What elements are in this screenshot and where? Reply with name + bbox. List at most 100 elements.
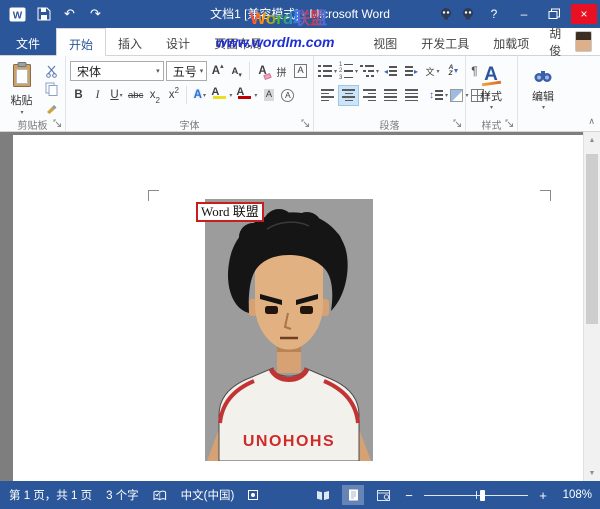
underline-button[interactable]: U▾ bbox=[108, 86, 125, 105]
scrollbar-thumb[interactable] bbox=[586, 154, 598, 324]
clipboard-small-buttons bbox=[41, 60, 61, 116]
text-effects-button[interactable]: A▾ bbox=[191, 86, 208, 105]
copy-button[interactable] bbox=[41, 82, 61, 96]
line-spacing-button[interactable]: ↕▾ bbox=[429, 86, 448, 105]
sort-arrow-icon bbox=[454, 69, 458, 73]
paste-button[interactable]: 粘贴 ▾ bbox=[4, 60, 39, 116]
cut-button[interactable] bbox=[41, 64, 61, 78]
account-area[interactable]: 胡俊 bbox=[541, 28, 600, 55]
save-button[interactable] bbox=[34, 5, 53, 24]
print-layout-button[interactable] bbox=[342, 485, 364, 505]
zoom-out-button[interactable]: − bbox=[402, 488, 416, 503]
bullets-button[interactable]: ▾ bbox=[318, 62, 337, 81]
align-left-button[interactable] bbox=[318, 86, 337, 105]
phonetic-guide-button[interactable]: 拼 bbox=[273, 62, 290, 81]
italic-button[interactable]: I bbox=[89, 86, 106, 105]
vertical-scrollbar[interactable]: ▲ ▼ bbox=[583, 132, 600, 481]
clipboard-dialog-launcher[interactable] bbox=[53, 119, 63, 129]
tab-home[interactable]: 开始 bbox=[56, 28, 106, 56]
web-layout-button[interactable] bbox=[372, 485, 394, 505]
grow-font-icon: ▴ bbox=[220, 62, 224, 70]
sort-az-icon: AZ bbox=[449, 65, 454, 77]
bold-button[interactable]: B bbox=[70, 86, 87, 105]
scroll-down-button[interactable]: ▼ bbox=[584, 465, 600, 481]
text-boundary-mark bbox=[148, 190, 159, 201]
zoom-slider[interactable] bbox=[424, 485, 528, 505]
numbering-button[interactable]: 123 ▾ bbox=[339, 62, 358, 81]
redo-button[interactable]: ↷ bbox=[86, 5, 105, 24]
tab-file[interactable]: 文件 bbox=[0, 28, 56, 55]
clear-formatting-button[interactable]: A bbox=[254, 62, 271, 81]
font-size-combobox[interactable]: 五号 ▾ bbox=[166, 61, 208, 81]
zoom-slider-thumb[interactable] bbox=[480, 490, 485, 501]
character-shading-button[interactable]: A bbox=[260, 86, 277, 105]
paste-label: 粘贴 bbox=[11, 92, 33, 108]
minimize-button[interactable]: – bbox=[511, 4, 537, 24]
scroll-up-button[interactable]: ▲ bbox=[584, 132, 600, 148]
justify-button[interactable] bbox=[381, 86, 400, 105]
indent-lines-icon bbox=[405, 66, 413, 76]
font-name-combobox[interactable]: 宋体 ▾ bbox=[70, 61, 164, 81]
font-dialog-launcher[interactable] bbox=[301, 119, 311, 129]
undo-button[interactable]: ↶ bbox=[60, 5, 79, 24]
align-center-button[interactable] bbox=[339, 86, 358, 105]
sort-button[interactable]: AZ bbox=[444, 62, 463, 81]
strikethrough-button[interactable]: abc bbox=[127, 86, 144, 105]
language-indicator[interactable]: 中文(中国) bbox=[181, 487, 235, 503]
word-logo-icon[interactable]: W bbox=[8, 5, 27, 24]
editing-button[interactable]: 编辑 ▾ bbox=[522, 60, 564, 111]
multilevel-list-button[interactable]: ▾ bbox=[360, 62, 379, 81]
font-color-button[interactable]: A▾ bbox=[235, 86, 258, 105]
align-right-button[interactable] bbox=[360, 86, 379, 105]
user-avatar[interactable] bbox=[575, 31, 592, 52]
justify-icon bbox=[384, 89, 397, 101]
asian-layout-button[interactable]: 文▾ bbox=[423, 62, 442, 81]
tab-addins[interactable]: 加载项 bbox=[481, 28, 541, 55]
word-count[interactable]: 3 个字 bbox=[106, 487, 139, 503]
styles-button[interactable]: A 样式 ▾ bbox=[470, 60, 512, 111]
tab-design[interactable]: 设计 bbox=[154, 28, 202, 55]
page-indicator[interactable]: 第 1 页，共 1 页 bbox=[9, 487, 92, 503]
tab-view[interactable]: 视图 bbox=[361, 28, 409, 55]
tab-developer[interactable]: 开发工具 bbox=[409, 28, 481, 55]
increase-indent-button[interactable]: ▸ bbox=[402, 62, 421, 81]
jersey-text: UNOHOHS bbox=[243, 433, 335, 450]
zoom-level[interactable]: 108% bbox=[558, 489, 592, 501]
macro-record-icon[interactable] bbox=[248, 490, 258, 500]
multilevel-icon bbox=[360, 65, 374, 78]
callout-word-lm[interactable]: Word 联盟 bbox=[196, 202, 264, 222]
restore-button[interactable] bbox=[541, 4, 567, 24]
document-area: Word 联盟 UNOHOHS bbox=[0, 132, 600, 481]
align-center-icon bbox=[342, 89, 355, 101]
font-name-dropdown-icon: ▾ bbox=[156, 67, 160, 75]
highlight-color-button[interactable]: A▾ bbox=[210, 86, 233, 105]
zoom-in-button[interactable]: + bbox=[536, 488, 550, 503]
subscript-button[interactable]: x2 bbox=[146, 86, 163, 105]
styles-button-label: 样式 bbox=[480, 88, 502, 104]
format-painter-button[interactable] bbox=[41, 100, 61, 114]
styles-dialog-launcher[interactable] bbox=[505, 119, 515, 129]
editing-button-label: 编辑 bbox=[532, 88, 554, 104]
brand-watermark: Word联盟 bbox=[250, 4, 327, 29]
tab-insert[interactable]: 插入 bbox=[106, 28, 154, 55]
close-button[interactable]: × bbox=[571, 4, 597, 24]
enclose-characters-button[interactable]: A bbox=[279, 86, 296, 105]
styles-group: A 样式 ▾ 样式 bbox=[466, 56, 518, 131]
paragraph-dialog-launcher[interactable] bbox=[453, 119, 463, 129]
title-bar: W ↶ ↷ 文档1 [兼容模式] - Microsoft Word Word联盟… bbox=[0, 0, 600, 28]
help-button[interactable]: ? bbox=[481, 4, 507, 24]
binoculars-icon bbox=[533, 63, 553, 87]
shrink-font-button[interactable]: A▾ bbox=[228, 62, 245, 81]
character-image[interactable]: UNOHOHS bbox=[205, 199, 373, 461]
grow-font-button[interactable]: A▴ bbox=[209, 62, 226, 81]
read-mode-button[interactable] bbox=[312, 485, 334, 505]
skull-badge-icon bbox=[459, 5, 477, 23]
collapse-ribbon-button[interactable]: ∧ bbox=[588, 116, 595, 127]
superscript-button[interactable]: x2 bbox=[165, 86, 182, 105]
skull-badge-icon bbox=[437, 5, 455, 23]
character-border-button[interactable]: A bbox=[292, 62, 309, 81]
proofing-status-icon[interactable] bbox=[153, 490, 167, 501]
decrease-indent-button[interactable]: ◂ bbox=[381, 62, 400, 81]
distribute-button[interactable] bbox=[402, 86, 421, 105]
svg-text:W: W bbox=[13, 10, 23, 21]
